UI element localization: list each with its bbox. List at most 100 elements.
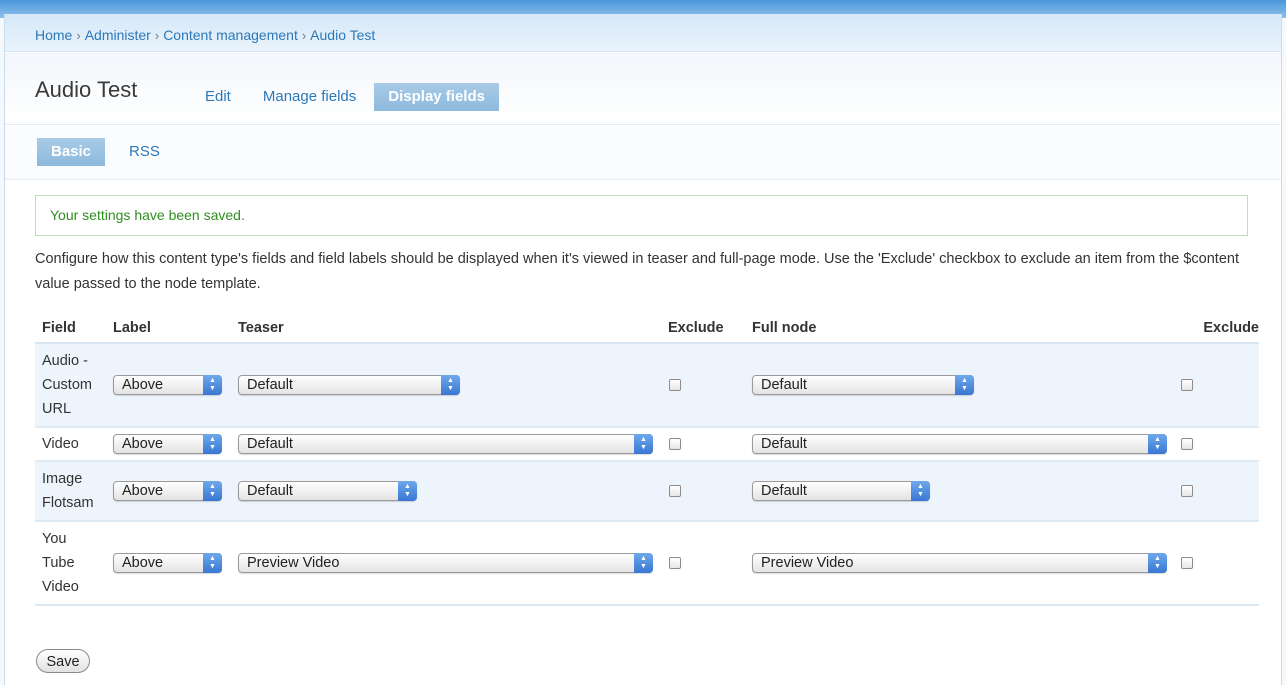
label-cell: Above ▲ ▼: [106, 427, 231, 462]
label-select[interactable]: Above ▲ ▼: [113, 553, 222, 573]
breadcrumb-administer[interactable]: Administer: [85, 27, 151, 43]
table-row: Audio - Custom URL Above ▲ ▼ Default ▲ ▼ Def…: [35, 343, 1259, 428]
field-name-cell: Video: [35, 427, 106, 462]
primary-tabs: Edit Manage fields Display fields: [191, 83, 503, 111]
field-name-cell: Image Flotsam: [35, 461, 106, 522]
exclude-teaser-cell: [661, 521, 745, 606]
exclude-full-checkbox[interactable]: [1181, 379, 1193, 391]
table-row: You Tube Video Above ▲ ▼ Preview Video ▲ ▼ P…: [35, 521, 1259, 606]
tab-manage-fields[interactable]: Manage fields: [249, 83, 370, 111]
status-message: Your settings have been saved.: [35, 195, 1248, 236]
full-node-cell: Default ▲ ▼: [745, 461, 1174, 522]
table-header-row: Field Label Teaser Exclude Full node Exc…: [35, 314, 1259, 344]
help-description: Configure how this content type's fields…: [35, 251, 1239, 292]
breadcrumb-separator: ›: [301, 28, 307, 43]
field-name-cell: You Tube Video: [35, 521, 106, 606]
tab-display-fields[interactable]: Display fields: [374, 83, 499, 111]
teaser-cell: Default ▲ ▼: [231, 461, 661, 522]
select-arrows-icon: ▲ ▼: [398, 481, 417, 501]
teaser-cell: Default ▲ ▼: [231, 343, 661, 428]
page: Home › Administer › Content management › Audio…: [4, 14, 1282, 685]
display-fields-table: Field Label Teaser Exclude Full node Exc…: [35, 314, 1259, 606]
teaser-select[interactable]: Default ▲ ▼: [238, 434, 653, 454]
full-node-select[interactable]: Default ▲ ▼: [752, 375, 974, 395]
select-arrows-icon: ▲ ▼: [203, 375, 222, 395]
column-header-exclude-full: Exclude: [1174, 314, 1259, 344]
label-select[interactable]: Above ▲ ▼: [113, 434, 222, 454]
label-select-value: Above: [122, 555, 164, 571]
teaser-select[interactable]: Default ▲ ▼: [238, 481, 417, 501]
exclude-teaser-checkbox[interactable]: [669, 379, 681, 391]
exclude-full-checkbox[interactable]: [1181, 557, 1193, 569]
label-select[interactable]: Above ▲ ▼: [113, 375, 222, 395]
label-select-value: Above: [122, 377, 164, 393]
field-name: Audio - Custom URL: [42, 353, 92, 417]
exclude-full-checkbox[interactable]: [1181, 485, 1193, 497]
teaser-select-value: Default: [247, 377, 293, 393]
full-node-select[interactable]: Default ▲ ▼: [752, 434, 1167, 454]
teaser-select[interactable]: Default ▲ ▼: [238, 375, 460, 395]
select-arrows-icon: ▲ ▼: [1148, 434, 1167, 454]
exclude-teaser-cell: [661, 427, 745, 462]
breadcrumb-home[interactable]: Home: [35, 27, 72, 43]
column-header-full-node: Full node: [745, 314, 1174, 344]
full-node-select-value: Default: [761, 436, 807, 452]
teaser-select-value: Preview Video: [247, 555, 340, 571]
exclude-full-cell: [1174, 461, 1259, 522]
teaser-select-value: Default: [247, 436, 293, 452]
label-select-value: Above: [122, 436, 164, 452]
select-arrows-icon: ▲ ▼: [203, 434, 222, 454]
column-header-label: Label: [106, 314, 231, 344]
exclude-teaser-cell: [661, 343, 745, 428]
select-arrows-icon: ▲ ▼: [955, 375, 974, 395]
full-node-select-value: Preview Video: [761, 555, 854, 571]
page-title: Audio Test: [35, 77, 138, 102]
exclude-teaser-cell: [661, 461, 745, 522]
field-name: You Tube Video: [42, 531, 79, 595]
breadcrumb-bar: Home › Administer › Content management › Audio…: [5, 14, 1281, 52]
exclude-full-cell: [1174, 427, 1259, 462]
exclude-full-cell: [1174, 343, 1259, 428]
teaser-select-value: Default: [247, 483, 293, 499]
breadcrumb-audio-test[interactable]: Audio Test: [310, 27, 375, 43]
field-name-cell: Audio - Custom URL: [35, 343, 106, 428]
save-button[interactable]: Save: [36, 649, 90, 673]
breadcrumb-content-management[interactable]: Content management: [163, 27, 298, 43]
select-arrows-icon: ▲ ▼: [1148, 553, 1167, 573]
subtab-rss[interactable]: RSS: [115, 138, 174, 166]
page-header: Audio Test Edit Manage fields Display fi…: [5, 53, 1281, 125]
exclude-teaser-checkbox[interactable]: [669, 438, 681, 450]
full-node-select[interactable]: Preview Video ▲ ▼: [752, 553, 1167, 573]
select-arrows-icon: ▲ ▼: [203, 481, 222, 501]
select-arrows-icon: ▲ ▼: [203, 553, 222, 573]
exclude-teaser-checkbox[interactable]: [669, 485, 681, 497]
teaser-cell: Preview Video ▲ ▼: [231, 521, 661, 606]
select-arrows-icon: ▲ ▼: [634, 553, 653, 573]
table-row: Video Above ▲ ▼ Default ▲ ▼ Default ▲ ▼: [35, 427, 1259, 462]
breadcrumb: Home › Administer › Content management › Audio…: [35, 27, 375, 43]
exclude-full-checkbox[interactable]: [1181, 438, 1193, 450]
exclude-teaser-checkbox[interactable]: [669, 557, 681, 569]
column-header-field: Field: [35, 314, 106, 344]
subtab-basic[interactable]: Basic: [37, 138, 106, 166]
column-header-exclude-teaser: Exclude: [661, 314, 745, 344]
label-cell: Above ▲ ▼: [106, 343, 231, 428]
teaser-select[interactable]: Preview Video ▲ ▼: [238, 553, 653, 573]
select-arrows-icon: ▲ ▼: [634, 434, 653, 454]
secondary-tabs: Basic RSS: [5, 126, 1281, 180]
full-node-select[interactable]: Default ▲ ▼: [752, 481, 930, 501]
teaser-cell: Default ▲ ▼: [231, 427, 661, 462]
full-node-select-value: Default: [761, 377, 807, 393]
table-row: Image Flotsam Above ▲ ▼ Default ▲ ▼ Default ▲…: [35, 461, 1259, 522]
field-name: Image Flotsam: [42, 471, 94, 511]
label-cell: Above ▲ ▼: [106, 521, 231, 606]
label-select[interactable]: Above ▲ ▼: [113, 481, 222, 501]
full-node-select-value: Default: [761, 483, 807, 499]
label-cell: Above ▲ ▼: [106, 461, 231, 522]
full-node-cell: Default ▲ ▼: [745, 427, 1174, 462]
full-node-cell: Preview Video ▲ ▼: [745, 521, 1174, 606]
field-name: Video: [42, 436, 79, 452]
breadcrumb-separator: ›: [154, 28, 160, 43]
exclude-full-cell: [1174, 521, 1259, 606]
tab-edit[interactable]: Edit: [191, 83, 245, 111]
